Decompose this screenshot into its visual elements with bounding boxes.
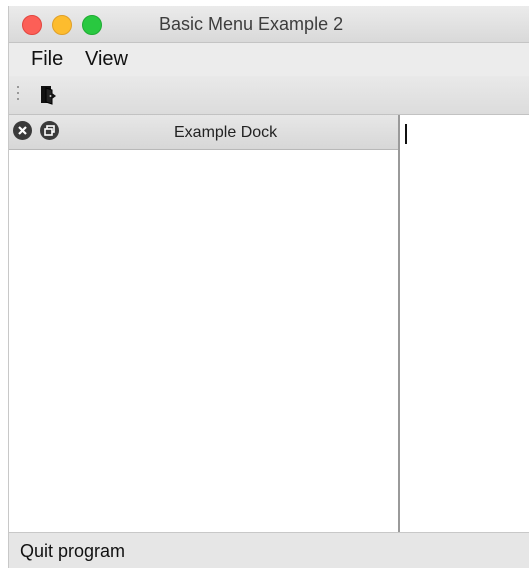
text-cursor bbox=[405, 124, 407, 144]
window-title: Basic Menu Example 2 bbox=[159, 14, 344, 34]
dock-title: Example Dock bbox=[174, 124, 278, 141]
menu-bar: File View bbox=[9, 43, 529, 75]
close-window-button[interactable] bbox=[22, 15, 42, 35]
dock-title-bar[interactable]: Example Dock bbox=[9, 115, 398, 150]
central-text-area[interactable] bbox=[400, 115, 529, 532]
status-bar: Quit program bbox=[9, 532, 529, 568]
title-bar: Basic Menu Example 2 bbox=[9, 6, 529, 43]
app-window: Basic Menu Example 2 File View Example D… bbox=[8, 6, 529, 568]
minimize-window-button[interactable] bbox=[52, 15, 72, 35]
dock-float-button[interactable] bbox=[40, 121, 59, 140]
float-icon bbox=[44, 125, 55, 136]
toolbar bbox=[9, 76, 529, 115]
menu-file[interactable]: File bbox=[31, 48, 63, 71]
close-icon bbox=[18, 126, 27, 135]
exit-button[interactable] bbox=[37, 84, 59, 106]
maximize-window-button[interactable] bbox=[82, 15, 102, 35]
menu-view[interactable]: View bbox=[85, 48, 128, 71]
toolbar-grip[interactable] bbox=[17, 86, 20, 102]
example-dock: Example Dock bbox=[9, 115, 400, 532]
status-message: Quit program bbox=[20, 541, 126, 561]
dock-close-button[interactable] bbox=[13, 121, 32, 140]
exit-door-icon bbox=[41, 86, 56, 105]
